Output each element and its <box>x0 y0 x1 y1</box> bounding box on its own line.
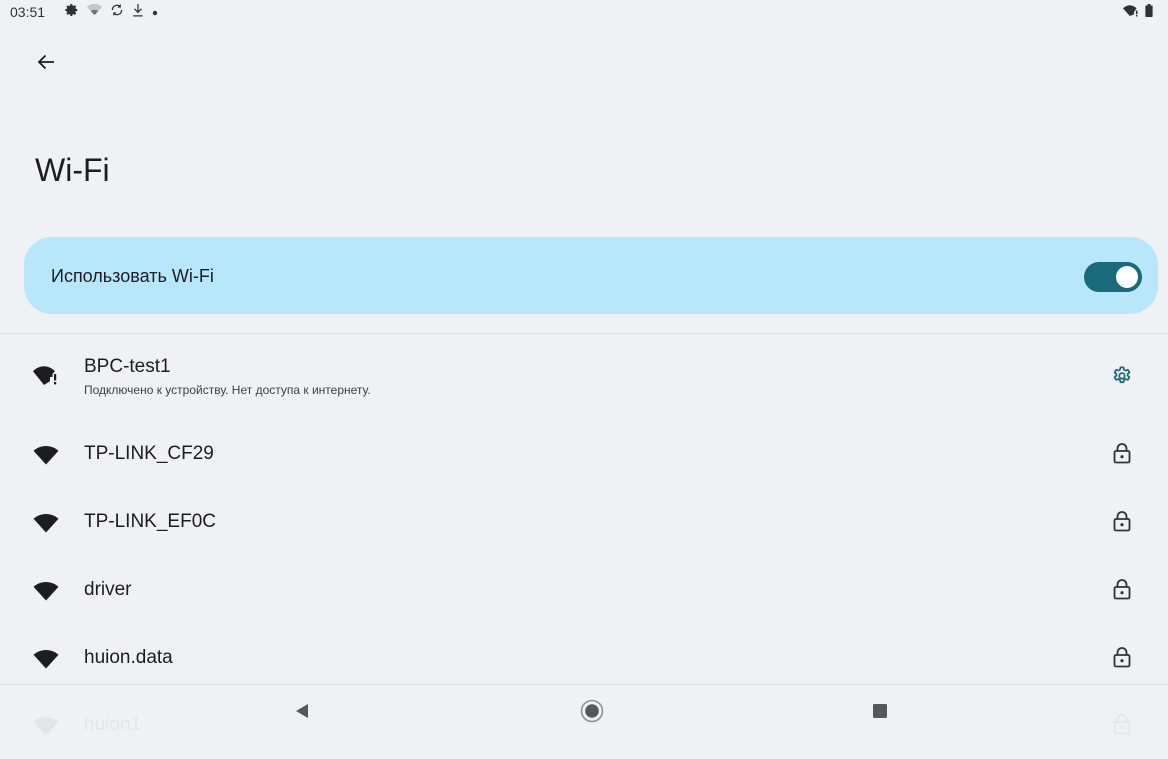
page-title: Wi-Fi <box>35 152 110 188</box>
settings-icon <box>65 3 79 22</box>
gear-icon[interactable] <box>1109 362 1135 388</box>
recents-square-icon <box>873 704 887 718</box>
use-wifi-label: Использовать Wi-Fi <box>51 266 214 286</box>
network-item-huion-data[interactable]: huion.data <box>0 624 1168 692</box>
status-icons-right <box>1123 4 1153 22</box>
system-nav-bar <box>0 684 1168 736</box>
status-bar: 03:51 <box>0 0 1168 28</box>
network-name: driver <box>84 579 132 600</box>
network-name: huion.data <box>84 647 173 668</box>
network-item-driver[interactable]: driver <box>0 556 1168 624</box>
back-triangle-icon <box>296 704 308 718</box>
wifi-switch[interactable] <box>1084 262 1142 292</box>
wifi-no-internet-icon <box>1123 4 1139 22</box>
network-item-bpc-test1[interactable]: BPC-test1 Подключено к устройству. Нет д… <box>0 334 1168 402</box>
nav-back-button[interactable] <box>286 695 318 727</box>
status-icons-left <box>65 3 158 22</box>
download-icon <box>132 3 144 22</box>
back-button[interactable] <box>28 44 64 80</box>
network-status: Подключено к устройству. Нет доступа к и… <box>84 383 371 397</box>
wifi-signal-icon <box>33 580 59 602</box>
lock-icon <box>1109 644 1135 670</box>
wifi-signal-icon <box>33 444 59 466</box>
wifi-signal-icon <box>33 512 59 534</box>
network-name: TP-LINK_EF0C <box>84 511 216 532</box>
dot-icon <box>152 3 158 21</box>
wifi-weak-icon <box>87 3 102 21</box>
lock-icon <box>1109 508 1135 534</box>
home-circle-icon <box>580 699 604 723</box>
switch-thumb <box>1116 266 1138 288</box>
wifi-no-internet-icon <box>33 364 59 386</box>
network-item-tp-link-cf29[interactable]: TP-LINK_CF29 <box>0 420 1168 488</box>
network-name: TP-LINK_CF29 <box>84 443 214 464</box>
wifi-signal-icon <box>33 648 59 670</box>
lock-icon <box>1109 440 1135 466</box>
battery-icon <box>1145 4 1153 22</box>
network-name: BPC-test1 <box>84 356 171 377</box>
nav-home-button[interactable] <box>576 695 608 727</box>
lock-icon <box>1109 576 1135 602</box>
use-wifi-toggle-row[interactable]: Использовать Wi-Fi <box>24 237 1158 314</box>
network-item-tp-link-ef0c[interactable]: TP-LINK_EF0C <box>0 488 1168 556</box>
sync-icon <box>110 3 124 22</box>
arrow-back-icon <box>37 54 54 70</box>
nav-recents-button[interactable] <box>864 695 896 727</box>
status-time: 03:51 <box>10 4 46 20</box>
